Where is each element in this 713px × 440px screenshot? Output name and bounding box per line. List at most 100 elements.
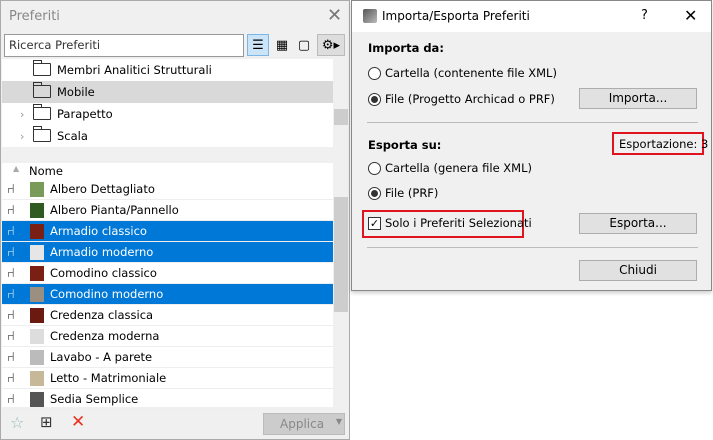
tree-item-label: Scala — [57, 129, 88, 143]
list-item[interactable]: ⑁ Comodino moderno — [2, 284, 333, 305]
import-file-label: File (Progetto Archicad o PRF) — [385, 92, 555, 106]
grid-view-icon[interactable]: ▦ — [271, 34, 293, 56]
tree-item-label: Membri Analitici Strutturali — [57, 63, 212, 77]
add-favorite-icon[interactable]: ☆ — [10, 413, 24, 432]
item-thumbnail-icon — [30, 308, 44, 323]
close-icon[interactable]: ✕ — [684, 6, 697, 25]
chair-icon: ⑁ — [7, 181, 15, 197]
import-file-radio[interactable] — [368, 93, 381, 106]
folder-icon — [33, 126, 51, 142]
import-button[interactable]: Importa... — [579, 88, 697, 109]
tree-item-label: Parapetto — [57, 107, 113, 121]
list-item-label: Albero Dettagliato — [50, 182, 155, 196]
list-item-label: Letto - Matrimoniale — [50, 371, 167, 385]
item-thumbnail-icon — [30, 350, 44, 365]
chair-icon: ⑁ — [7, 202, 15, 218]
folder-icon — [33, 104, 51, 120]
delete-icon[interactable]: ✕ — [71, 412, 85, 432]
import-folder-radio[interactable] — [368, 67, 381, 80]
chevron-down-icon[interactable]: ▼ — [336, 417, 342, 426]
chevron-right-icon[interactable]: › — [20, 108, 24, 121]
import-folder-label: Cartella (contenente file XML) — [385, 66, 557, 80]
list-item[interactable]: ⑁ Comodino classico — [2, 263, 333, 284]
import-export-dialog: Importa/Esporta Preferiti ? ✕ Importa da… — [351, 0, 712, 291]
chair-icon: ⑁ — [7, 286, 15, 302]
export-button[interactable]: Esporta... — [579, 213, 697, 234]
list-item-label: Albero Pianta/Pannello — [50, 203, 179, 217]
list-scrollbar[interactable] — [333, 179, 349, 407]
new-folder-icon[interactable]: ⊞ — [40, 413, 53, 431]
list-item-label: Comodino moderno — [50, 287, 164, 301]
list-item[interactable]: ⑁ Letto - Matrimoniale — [2, 368, 333, 389]
favorites-panel: Preferiti ✕ Ricerca Preferiti ☰ ▦ ▢ ⚙▸ M… — [0, 0, 350, 440]
item-thumbnail-icon — [30, 329, 44, 344]
tree-item[interactable]: Membri Analitici Strutturali — [2, 59, 333, 81]
import-heading: Importa da: — [368, 41, 444, 55]
divider — [367, 122, 698, 123]
help-button[interactable]: ? — [641, 8, 648, 23]
item-thumbnail-icon — [30, 287, 44, 302]
list-item[interactable]: ⑁ Albero Pianta/Pannello — [2, 200, 333, 221]
list-item-label: Armadio classico — [50, 224, 147, 238]
list-view-icon[interactable]: ☰ — [247, 34, 269, 56]
item-thumbnail-icon — [30, 392, 44, 407]
settings-gear-icon[interactable]: ⚙▸ — [317, 34, 345, 56]
tree-item-label: Mobile — [57, 85, 95, 99]
only-selected-checkbox[interactable]: ✓ — [368, 217, 381, 230]
archicad-logo-icon — [363, 9, 377, 23]
item-thumbnail-icon — [30, 371, 44, 386]
export-heading: Esporta su: — [368, 138, 442, 152]
chair-icon: ⑁ — [7, 307, 15, 323]
chair-icon: ⑁ — [7, 223, 15, 239]
folder-icon — [33, 82, 51, 98]
list-item[interactable]: ⑁ Credenza classica — [2, 305, 333, 326]
chair-icon: ⑁ — [7, 370, 15, 386]
apply-label: Applica — [280, 417, 325, 431]
preview-view-icon[interactable]: ▢ — [293, 34, 315, 56]
search-input[interactable]: Ricerca Preferiti — [4, 34, 244, 57]
close-button[interactable]: Chiudi — [579, 260, 697, 281]
list-item-label: Armadio moderno — [50, 245, 154, 259]
export-file-label: File (PRF) — [385, 186, 439, 200]
item-thumbnail-icon — [30, 266, 44, 281]
chair-icon: ⑁ — [7, 244, 15, 260]
item-thumbnail-icon — [30, 182, 44, 197]
list-item[interactable]: ⑁ Armadio moderno — [2, 242, 333, 263]
apply-button[interactable]: Applica ▼ — [263, 413, 345, 435]
tree-item[interactable]: Mobile — [2, 81, 333, 103]
list-item-label: Lavabo - A parete — [50, 350, 153, 364]
list-item-label: Credenza classica — [50, 308, 154, 322]
dialog-title: Importa/Esporta Preferiti — [382, 9, 530, 23]
list-item[interactable]: ⑁ Credenza moderna — [2, 326, 333, 347]
column-header-name[interactable]: Nome — [29, 164, 63, 178]
chair-icon: ⑁ — [7, 349, 15, 365]
favorites-list: ⑁ Albero Dettagliato ⑁ Albero Pianta/Pannel… — [2, 179, 333, 410]
list-item-label: Credenza moderna — [50, 329, 160, 343]
panel-title: Preferiti — [9, 9, 60, 24]
dialog-titlebar: Importa/Esporta Preferiti ? ✕ — [352, 1, 711, 32]
chevron-right-icon[interactable]: › — [20, 130, 24, 143]
export-folder-radio[interactable] — [368, 162, 381, 175]
folder-icon — [33, 60, 51, 76]
list-item-label: Sedia Semplice — [50, 392, 139, 406]
chair-icon: ⑁ — [7, 328, 15, 344]
item-thumbnail-icon — [30, 203, 44, 218]
item-thumbnail-icon — [30, 245, 44, 260]
list-header[interactable]: ▲ Nome — [2, 163, 333, 179]
chair-icon: ⑁ — [7, 265, 15, 281]
tree-item[interactable]: › Scala — [2, 125, 333, 147]
export-folder-label: Cartella (genera file XML) — [385, 161, 533, 175]
list-item[interactable]: ⑁ Sedia Semplice — [2, 389, 333, 410]
list-item[interactable]: ⑁ Lavabo - A parete — [2, 347, 333, 368]
divider — [367, 247, 698, 248]
close-icon[interactable]: ✕ — [327, 5, 342, 26]
list-item[interactable]: ⑁ Albero Dettagliato — [2, 179, 333, 200]
only-selected-label: Solo i Preferiti Selezionati — [385, 216, 532, 230]
item-thumbnail-icon — [30, 224, 44, 239]
export-file-radio[interactable] — [368, 187, 381, 200]
list-item[interactable]: ⑁ Armadio classico — [2, 221, 333, 242]
export-count: Esportazione: 3 — [619, 137, 709, 151]
tree-scrollbar[interactable] — [333, 59, 349, 147]
tree-item[interactable]: › Parapetto — [2, 103, 333, 125]
folder-tree: Membri Analitici Strutturali Mobile › Parap… — [2, 59, 333, 147]
